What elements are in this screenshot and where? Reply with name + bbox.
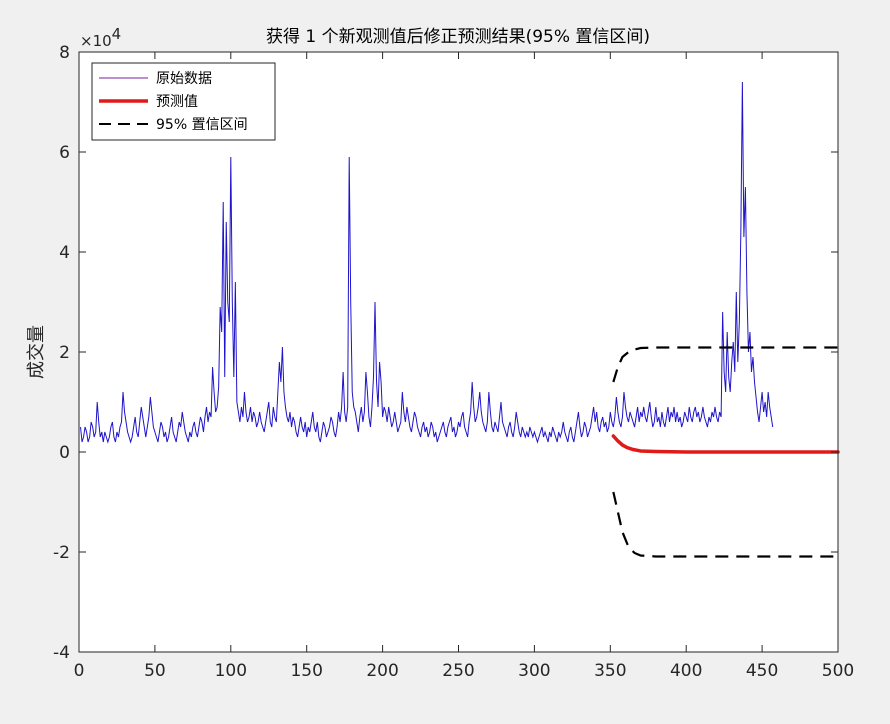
y-tick-label: -2 bbox=[53, 543, 70, 563]
x-tick-label: 400 bbox=[670, 661, 702, 681]
y-exponent-label: ×104 bbox=[80, 25, 121, 50]
x-tick-label: 450 bbox=[746, 661, 778, 681]
y-axis-label: 成交量 bbox=[26, 325, 47, 379]
y-exponent-base: ×10 bbox=[80, 32, 112, 50]
x-tick-label: 0 bbox=[74, 661, 85, 681]
x-tick-label: 300 bbox=[518, 661, 550, 681]
chart-title: 获得 1 个新观测值后修正预测结果(95% 置信区间) bbox=[266, 27, 650, 47]
x-tick-label: 350 bbox=[594, 661, 626, 681]
plot-area bbox=[79, 52, 838, 652]
legend-label-raw: 原始数据 bbox=[156, 71, 212, 87]
y-tick-label: 8 bbox=[59, 43, 70, 63]
y-exponent-power: 4 bbox=[112, 25, 122, 43]
y-tick-label: 6 bbox=[59, 143, 70, 163]
x-tick-label: 50 bbox=[144, 661, 166, 681]
x-tick-label: 100 bbox=[215, 661, 247, 681]
legend-label-forecast: 预测值 bbox=[156, 94, 198, 110]
legend-label-ci: 95% 置信区间 bbox=[156, 117, 248, 133]
legend: 原始数据 预测值 95% 置信区间 bbox=[91, 62, 276, 141]
y-tick-label: -4 bbox=[53, 643, 70, 663]
y-tick-label: 4 bbox=[59, 243, 70, 263]
y-tick-label: 0 bbox=[59, 443, 70, 463]
figure: 获得 1 个新观测值后修正预测结果(95% 置信区间) 成交量 ×104 0 50… bbox=[0, 0, 890, 720]
x-tick-label: 150 bbox=[290, 661, 322, 681]
x-tick-label: 200 bbox=[366, 661, 398, 681]
x-tick-label: 500 bbox=[822, 661, 854, 681]
chart-svg: 获得 1 个新观测值后修正预测结果(95% 置信区间) 成交量 ×104 0 50… bbox=[26, 25, 854, 681]
y-tick-label: 2 bbox=[59, 343, 70, 363]
x-tick-label: 250 bbox=[442, 661, 474, 681]
